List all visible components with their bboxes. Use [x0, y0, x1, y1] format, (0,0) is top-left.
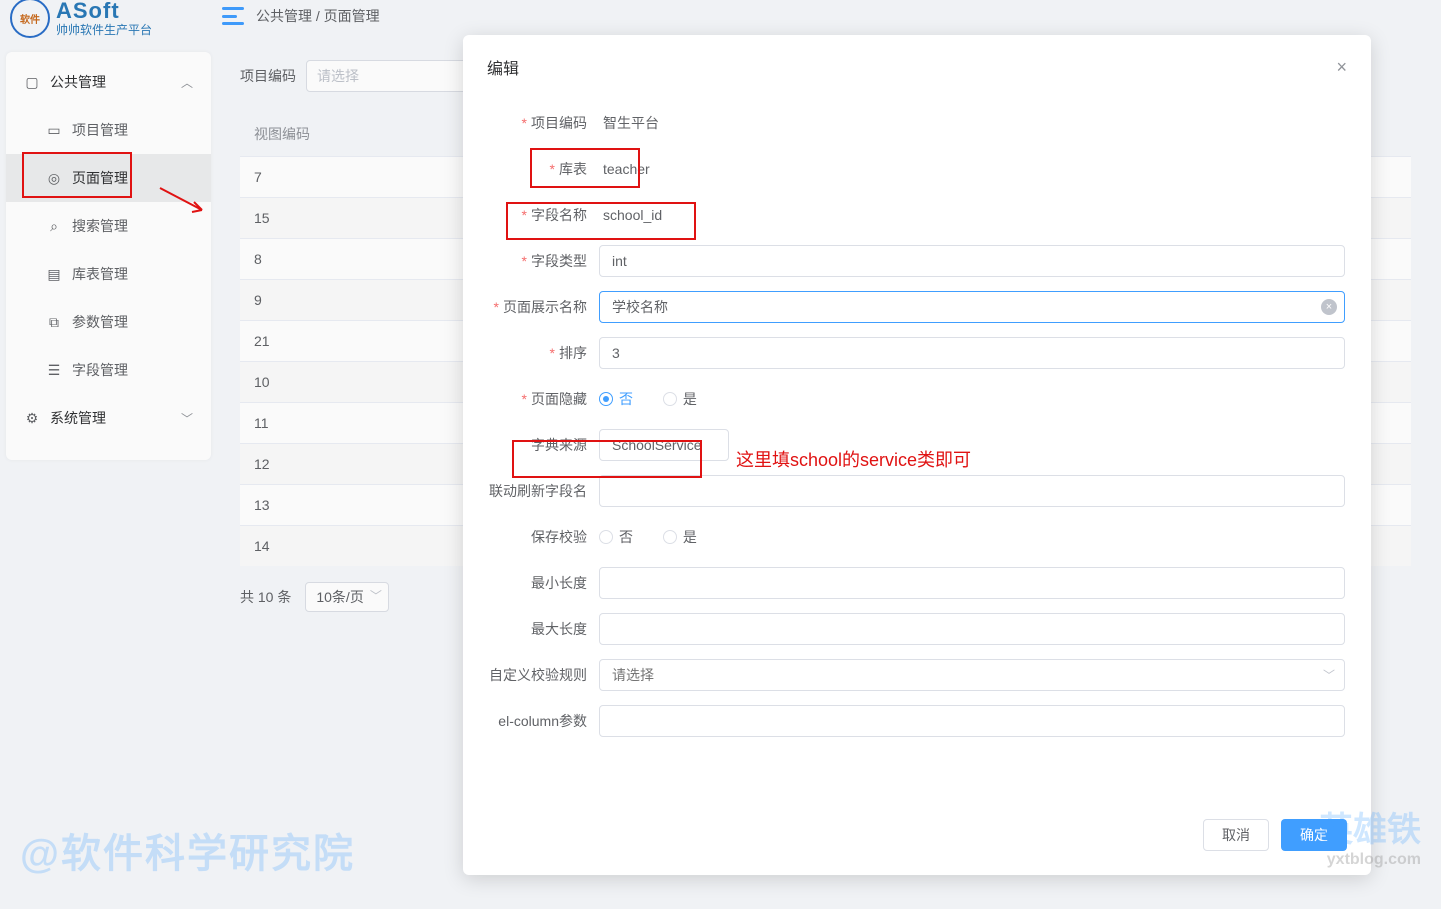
watermark-right: 英雄铁 yxtblog.com	[1319, 802, 1421, 869]
max-len-input[interactable]	[599, 613, 1345, 645]
label-page-hidden: 页面隐藏	[489, 389, 599, 409]
label-field-name: 字段名称	[489, 205, 599, 225]
value-project-code: 智生平台	[599, 115, 663, 131]
cancel-button[interactable]: 取消	[1203, 819, 1269, 851]
label-custom-rule: 自定义校验规则	[489, 665, 599, 685]
dialog-title: 编辑	[487, 55, 519, 79]
cascade-field-input[interactable]	[599, 475, 1345, 507]
radio-hidden-yes[interactable]: 是	[663, 389, 697, 409]
label-display-name: 页面展示名称	[489, 297, 599, 317]
label-min-len: 最小长度	[489, 573, 599, 593]
sort-input[interactable]	[599, 337, 1345, 369]
label-dict-source: 字典来源	[489, 435, 599, 455]
label-field-type: 字段类型	[489, 251, 599, 271]
el-column-input[interactable]	[599, 705, 1345, 737]
value-table: teacher	[599, 161, 654, 177]
min-len-input[interactable]	[599, 567, 1345, 599]
label-project-code: 项目编码	[489, 113, 599, 133]
label-sort: 排序	[489, 343, 599, 363]
dict-source-input[interactable]	[599, 429, 729, 461]
watermark-left: @软件科学研究院	[20, 821, 355, 879]
close-icon[interactable]: ×	[1336, 57, 1347, 78]
radio-validate-no[interactable]: 否	[599, 527, 633, 547]
label-save-validate: 保存校验	[489, 527, 599, 547]
label-cascade: 联动刷新字段名	[489, 481, 599, 501]
label-el-column: el-column参数	[489, 711, 599, 731]
radio-validate-yes[interactable]: 是	[663, 527, 697, 547]
value-field-name: school_id	[599, 207, 666, 223]
label-table: 库表	[489, 159, 599, 179]
display-name-input[interactable]	[599, 291, 1345, 323]
label-max-len: 最大长度	[489, 619, 599, 639]
field-type-input[interactable]	[599, 245, 1345, 277]
annotation-text: 这里填school的service类即可	[736, 446, 971, 472]
radio-hidden-no[interactable]: 否	[599, 389, 633, 409]
clear-icon[interactable]: ×	[1321, 299, 1337, 315]
custom-rule-select[interactable]	[599, 659, 1345, 691]
